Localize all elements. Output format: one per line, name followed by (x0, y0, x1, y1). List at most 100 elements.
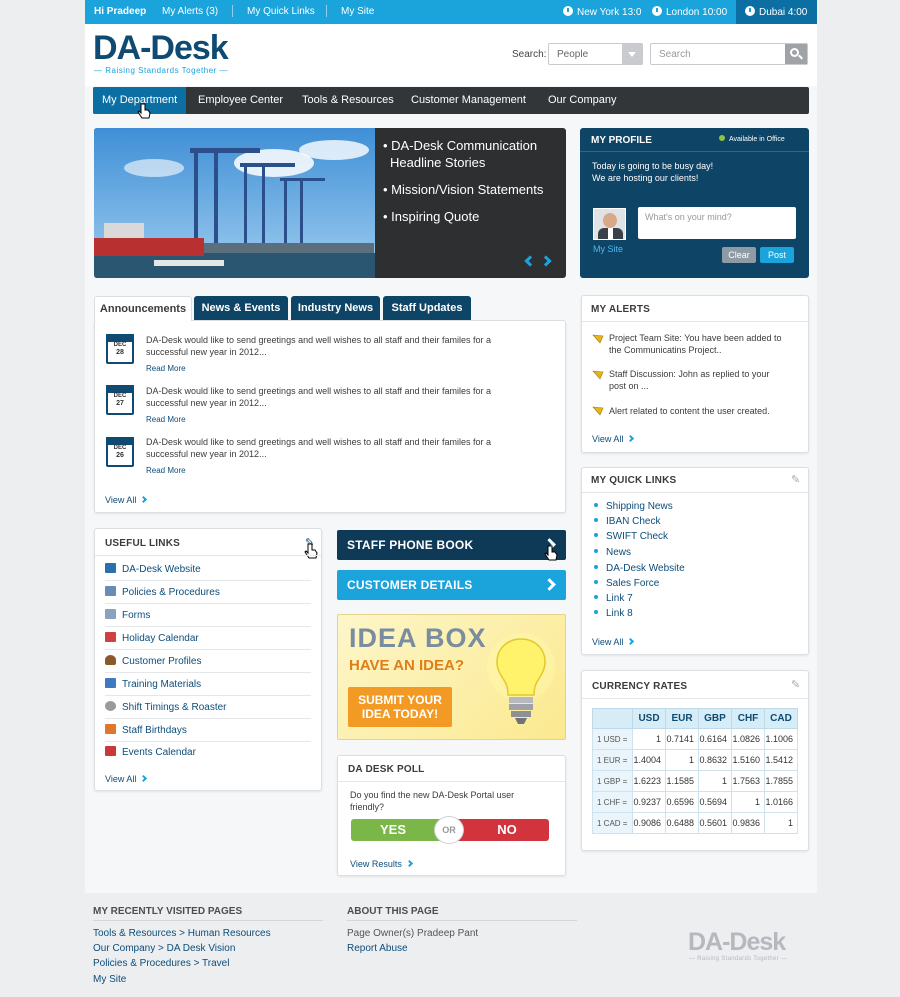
divider (582, 698, 808, 699)
rate-cell: 1.7855 (764, 770, 798, 792)
poll-no-button[interactable]: NO (455, 819, 549, 841)
customer-details-button[interactable]: CUSTOMER DETAILS (337, 570, 566, 600)
alert-line: Staff Discussion: John as replied to you… (609, 369, 770, 379)
quick-links-view-all[interactable]: View All (592, 637, 635, 647)
profile-my-site-link[interactable]: My Site (593, 244, 623, 254)
read-more-link[interactable]: Read More (146, 466, 186, 475)
useful-link[interactable]: Training Materials (105, 678, 201, 690)
report-abuse-link[interactable]: Report Abuse (347, 943, 408, 954)
announcements-view-all[interactable]: View All (105, 495, 148, 505)
alerts-view-all[interactable]: View All (592, 434, 635, 444)
recent-page-link[interactable]: My Site (93, 974, 126, 985)
useful-link[interactable]: Holiday Calendar (105, 632, 199, 644)
tab-industry-news[interactable]: Industry News (291, 296, 380, 321)
divider (93, 920, 323, 921)
quick-link[interactable]: Link 8 (594, 608, 633, 619)
my-quick-links-link[interactable]: My Quick Links (247, 6, 315, 17)
recent-page-link[interactable]: Tools & Resources > Human Resources (93, 928, 271, 939)
tab-staff-updates[interactable]: Staff Updates (383, 296, 471, 321)
next-arrow-icon[interactable] (540, 255, 552, 267)
my-alerts-link[interactable]: My Alerts (3) (162, 6, 218, 17)
quick-link[interactable]: News (594, 547, 631, 558)
useful-link[interactable]: DA-Desk Website (105, 563, 201, 575)
prev-arrow-icon[interactable] (524, 255, 536, 267)
avatar[interactable] (593, 208, 626, 240)
profile-message: Today is going to be busy day! We are ho… (592, 160, 713, 184)
row-label: 1 USD = (592, 728, 633, 750)
announcement-text: DA-Desk would like to send greetings and… (146, 436, 526, 460)
button-label: STAFF PHONE BOOK (347, 538, 474, 552)
logo[interactable]: DA-Desk (93, 30, 229, 66)
read-more-link[interactable]: Read More (146, 364, 186, 373)
search-scope-value: People (557, 49, 589, 60)
currency-title: CURRENCY RATES (592, 681, 688, 692)
user-icon (105, 655, 116, 665)
useful-link[interactable]: Forms (105, 609, 150, 621)
divider (338, 781, 565, 782)
idea-box-banner[interactable]: IDEA BOX HAVE AN IDEA? SUBMIT YOUR IDEA … (337, 614, 566, 740)
edit-pencil-icon[interactable]: ✎ (791, 678, 803, 691)
view-results-link[interactable]: View Results (350, 859, 413, 869)
useful-link[interactable]: Customer Profiles (105, 655, 201, 667)
quick-link[interactable]: Link 7 (594, 593, 633, 604)
nav-our-company[interactable]: Our Company (539, 87, 625, 114)
useful-link[interactable]: Shift Timings & Roaster (105, 701, 226, 713)
hero-bullet: • Inspiring Quote (383, 209, 480, 224)
row-label: 1 CAD = (592, 812, 633, 834)
nav-employee-center[interactable]: Employee Center (189, 87, 292, 114)
useful-link[interactable]: Policies & Procedures (105, 586, 220, 598)
status-text: Available in Office (729, 136, 785, 143)
recent-page-link[interactable]: Our Company > DA Desk Vision (93, 943, 235, 954)
idea-box-subtitle: HAVE AN IDEA? (349, 657, 465, 674)
search-scope-select[interactable]: People (548, 43, 643, 65)
submit-idea-button[interactable]: SUBMIT YOUR IDEA TODAY! (348, 687, 452, 727)
bell-alert-icon (592, 334, 604, 344)
clock-icon (745, 6, 755, 16)
alert-line: post on ... (609, 381, 649, 391)
nav-customer-management[interactable]: Customer Management (402, 87, 535, 114)
recent-page-link[interactable]: Policies & Procedures > Travel (93, 958, 229, 969)
announcement-line: DA-Desk would like to send greetings and… (146, 386, 492, 396)
status-update-input[interactable]: What's on your mind? (638, 207, 796, 239)
poll-yes-button[interactable]: YES (351, 819, 445, 841)
search-input[interactable]: Search (650, 43, 808, 65)
cta-line: SUBMIT YOUR (358, 693, 442, 707)
my-site-link[interactable]: My Site (341, 6, 374, 17)
hero-slider[interactable]: • DA-Desk Communication Headline Stories… (94, 128, 566, 278)
clock-label: London 10:00 (666, 7, 728, 18)
hero-bullet: • Mission/Vision Statements (383, 182, 544, 197)
bullet-icon (594, 549, 598, 553)
poll-question-line: Do you find the new DA-Desk Portal user (350, 790, 515, 800)
alert-item[interactable]: Alert related to content the user create… (609, 405, 770, 417)
useful-link[interactable]: Staff Birthdays (105, 724, 187, 736)
quick-link[interactable]: SWIFT Check (594, 531, 668, 542)
useful-link[interactable]: Events Calendar (105, 746, 196, 758)
quick-link[interactable]: Sales Force (594, 578, 659, 589)
nav-tools-resources[interactable]: Tools & Resources (293, 87, 403, 114)
edit-pencil-icon[interactable]: ✎ (791, 473, 803, 486)
alert-line: the Communicatins Project.. (609, 345, 722, 355)
useful-links-view-all[interactable]: View All (105, 774, 148, 784)
tab-news-events[interactable]: News & Events (194, 296, 288, 321)
alert-item[interactable]: Project Team Site: You have been added t… (609, 332, 781, 356)
search-icon[interactable] (785, 44, 807, 64)
alert-item[interactable]: Staff Discussion: John as replied to you… (609, 368, 769, 392)
chevron-down-icon[interactable] (622, 44, 642, 64)
clock-new-york: New York 13:0 (563, 6, 642, 18)
useful-link-label: Holiday Calendar (122, 633, 199, 644)
quick-link[interactable]: DA-Desk Website (594, 563, 685, 574)
clear-button[interactable]: Clear (722, 247, 756, 263)
post-button[interactable]: Post (760, 247, 794, 263)
announcement-line: successful new year in 2012... (146, 398, 267, 408)
rate-cell: 0.5694 (698, 791, 732, 813)
read-more-link[interactable]: Read More (146, 415, 186, 424)
tab-announcements[interactable]: Announcements (94, 296, 192, 321)
bell-alert-icon (592, 406, 604, 416)
quick-link[interactable]: IBAN Check (594, 516, 660, 527)
date-day: 27 (116, 400, 124, 407)
forms-icon (105, 609, 116, 619)
quick-link[interactable]: Shipping News (594, 501, 673, 512)
profile-message-line: We are hosting our clients! (592, 173, 699, 183)
staff-phone-book-button[interactable]: STAFF PHONE BOOK (337, 530, 566, 560)
main-nav: My Department Employee Center Tools & Re… (93, 87, 809, 114)
